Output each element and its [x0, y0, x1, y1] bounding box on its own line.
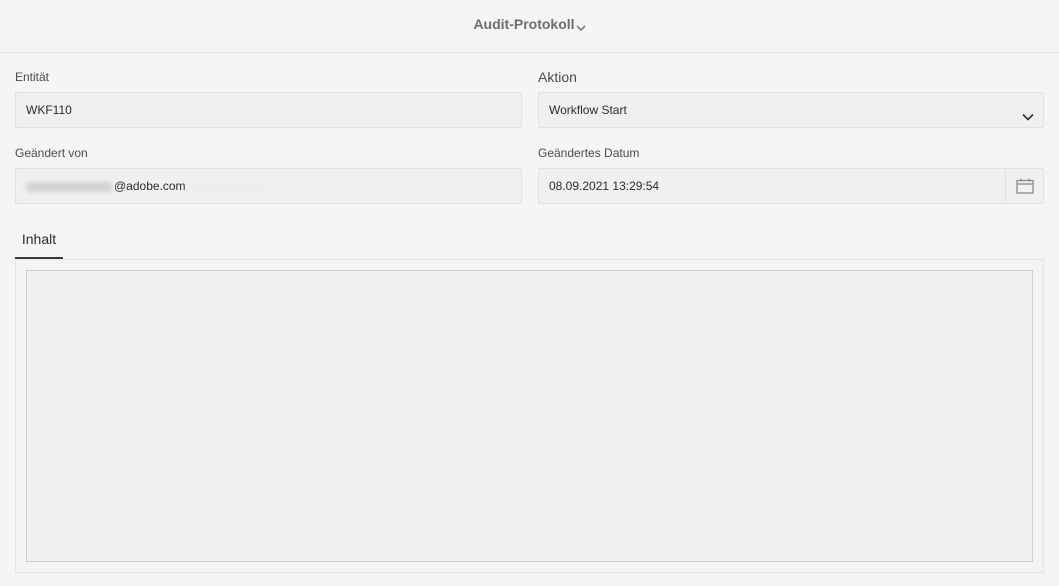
- action-value: Workflow Start: [549, 103, 627, 117]
- changed-date-value: 08.09.2021 13:29:54: [549, 179, 660, 193]
- entity-value: WKF110: [26, 103, 72, 117]
- changed-date-label: Geändertes Datum: [538, 146, 640, 160]
- tab-inhalt[interactable]: Inhalt: [15, 228, 63, 259]
- content-textarea[interactable]: [26, 270, 1033, 562]
- entity-label: Entität: [15, 70, 50, 84]
- tab-label: Inhalt: [21, 231, 57, 247]
- calendar-icon: [1016, 178, 1034, 194]
- action-select[interactable]: Workflow Start: [538, 92, 1044, 128]
- changed-by-field[interactable]: @adobe.com: [15, 168, 522, 204]
- audit-log-dropdown[interactable]: Audit-Protokoll: [0, 16, 1059, 32]
- changed-date-field[interactable]: 08.09.2021 13:29:54: [538, 168, 1044, 204]
- redacted-username: [26, 181, 112, 192]
- changed-by-label: Geändert von: [15, 146, 88, 160]
- chevron-down-icon[interactable]: [1021, 103, 1035, 121]
- date-picker-button[interactable]: [1005, 169, 1043, 203]
- chevron-down-icon: [576, 20, 586, 32]
- changed-by-value: @adobe.com: [114, 179, 186, 193]
- app-header: Audit-Protokoll: [0, 0, 1059, 53]
- redacted-tail: [187, 182, 264, 191]
- content-panel: [15, 259, 1044, 573]
- action-label: Aktion: [538, 69, 577, 85]
- header-title: Audit-Protokoll: [473, 16, 575, 32]
- entity-field[interactable]: WKF110: [15, 92, 522, 128]
